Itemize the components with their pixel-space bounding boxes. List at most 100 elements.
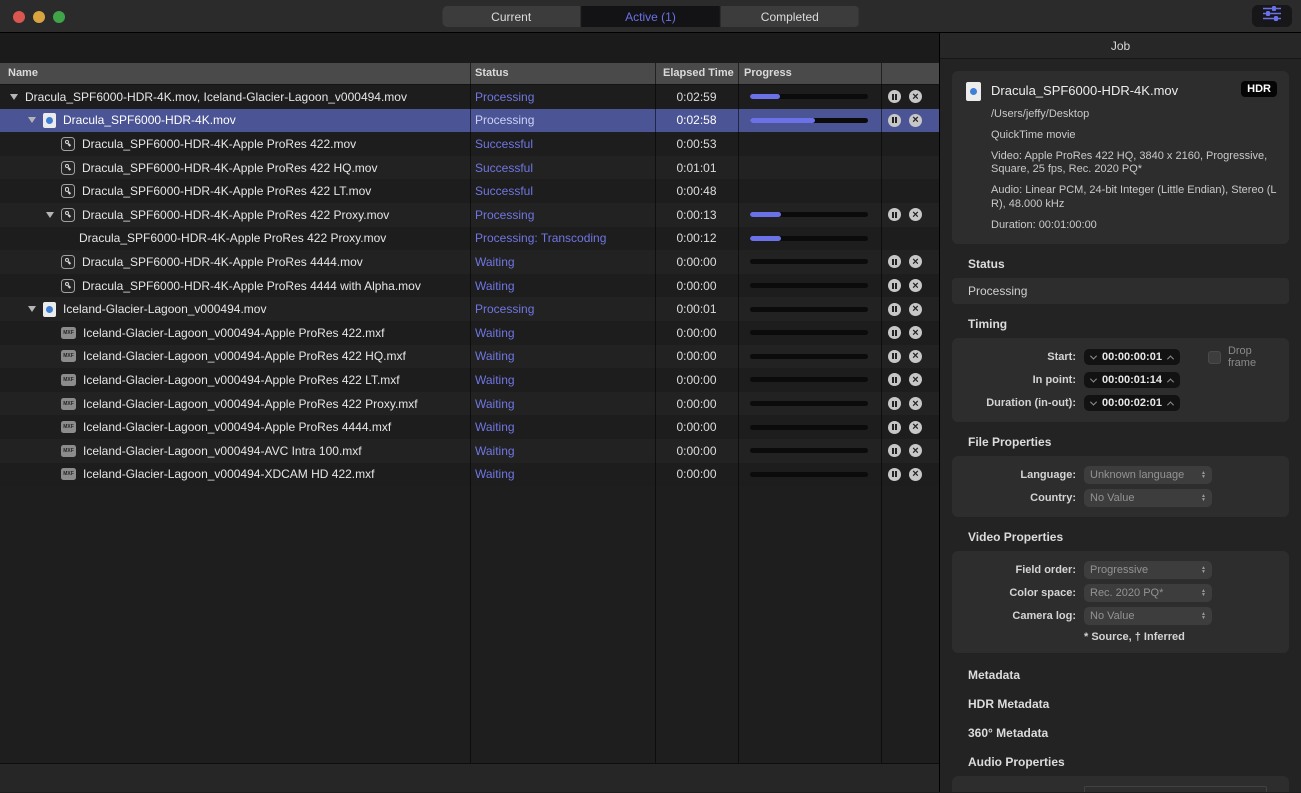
zoom-window-button[interactable] <box>53 11 65 23</box>
pause-icon[interactable] <box>888 113 901 127</box>
pause-icon[interactable] <box>888 349 901 363</box>
minimize-window-button[interactable] <box>33 11 45 23</box>
cancel-icon[interactable] <box>909 302 922 316</box>
close-window-button[interactable] <box>13 11 25 23</box>
disclosure-triangle-icon <box>44 283 56 289</box>
cancel-icon[interactable] <box>909 208 922 222</box>
start-timecode-stepper[interactable]: 00:00:00:01 <box>1084 349 1180 366</box>
tab-current[interactable]: Current <box>442 6 581 27</box>
language-dropdown[interactable]: Unknown language ▲ ▼ <box>1084 466 1212 485</box>
column-header-status[interactable]: Status <box>475 67 509 79</box>
row-indent <box>0 238 62 239</box>
elapsed-time: 0:00:00 <box>676 467 717 482</box>
hdr-badge: HDR <box>1241 81 1277 97</box>
pause-icon[interactable] <box>888 302 901 316</box>
color-space-dropdown[interactable]: Rec. 2020 PQ* ▲ ▼ <box>1084 584 1212 603</box>
disclosure-triangle-icon[interactable] <box>8 94 20 100</box>
chevron-up-icon[interactable] <box>1166 401 1174 409</box>
traffic-lights <box>13 11 65 23</box>
cancel-icon[interactable] <box>909 373 922 387</box>
camera-log-dropdown[interactable]: No Value ▲ ▼ <box>1084 607 1212 626</box>
source-inferred-footnote: * Source, † Inferred <box>1084 631 1185 644</box>
tab-completed[interactable]: Completed <box>719 6 859 27</box>
column-divider[interactable] <box>738 63 739 763</box>
pause-icon[interactable] <box>888 373 901 387</box>
status-text: Waiting <box>475 254 515 269</box>
in-point-timecode-value[interactable]: 00:00:01:14 <box>1102 374 1162 386</box>
pause-icon[interactable] <box>888 397 901 411</box>
cancel-icon[interactable] <box>909 90 922 104</box>
pause-icon[interactable] <box>888 279 901 293</box>
chevron-up-icon[interactable] <box>1166 355 1174 363</box>
setting-file-icon <box>61 278 75 293</box>
file-name: Dracula_SPF6000-HDR-4K-Apple ProRes 4444… <box>82 254 363 269</box>
cancel-icon[interactable] <box>909 349 922 363</box>
elapsed-time: 0:00:00 <box>676 278 717 293</box>
setting-file-icon <box>61 184 75 199</box>
pause-icon[interactable] <box>888 255 901 269</box>
batch-view-tabs: Current Active (1) Completed <box>442 6 859 27</box>
pause-icon[interactable] <box>888 90 901 104</box>
source-file-card: Dracula_SPF6000-HDR-4K.mov HDR /Users/je… <box>952 71 1289 245</box>
cancel-icon[interactable] <box>909 444 922 458</box>
cancel-icon[interactable] <box>909 326 922 340</box>
column-header-elapsed-time[interactable]: Elapsed Time <box>663 67 734 79</box>
disclosure-triangle-icon[interactable] <box>44 212 56 218</box>
pause-icon[interactable] <box>888 444 901 458</box>
language-value: Unknown language <box>1090 469 1185 482</box>
pause-icon[interactable] <box>888 326 901 340</box>
chevron-down-icon[interactable] <box>1089 352 1098 360</box>
cancel-icon[interactable] <box>909 113 922 127</box>
pause-icon[interactable] <box>888 467 901 481</box>
column-divider[interactable] <box>881 63 882 763</box>
column-header-name[interactable]: Name <box>8 67 38 79</box>
start-timecode-value[interactable]: 00:00:00:01 <box>1102 351 1162 363</box>
row-indent <box>0 332 44 333</box>
cancel-icon[interactable] <box>909 420 922 434</box>
cancel-icon[interactable] <box>909 279 922 293</box>
disclosure-triangle-icon <box>44 330 56 336</box>
field-order-dropdown[interactable]: Progressive ▲ ▼ <box>1084 561 1212 580</box>
disclosure-triangle-icon <box>44 188 56 194</box>
name-cell: MXF Iceland-Glacier-Lagoon_v000494-Apple … <box>0 345 470 369</box>
inspector-title: Job <box>940 33 1301 59</box>
pause-icon[interactable] <box>888 208 901 222</box>
column-divider[interactable] <box>470 63 471 763</box>
name-cell: Dracula_SPF6000-HDR-4K-Apple ProRes 422 … <box>0 227 470 251</box>
cancel-icon[interactable] <box>909 467 922 481</box>
chevron-down-icon[interactable] <box>1089 375 1098 383</box>
setting-file-icon <box>61 207 75 222</box>
status-text: Processing: Transcoding <box>475 231 607 246</box>
in-point-timecode-stepper[interactable]: 00:00:01:14 <box>1084 372 1180 389</box>
section-header-video-properties: Video Properties <box>968 530 1064 545</box>
filter-settings-button[interactable] <box>1252 5 1292 27</box>
duration-timecode-value[interactable]: 00:00:02:01 <box>1102 397 1162 409</box>
elapsed-time: 0:00:00 <box>676 396 717 411</box>
pause-icon[interactable] <box>888 420 901 434</box>
compressor-window: Current Active (1) Completed Name Status… <box>0 0 1301 793</box>
drop-frame-checkbox[interactable] <box>1207 350 1221 364</box>
camera-log-value: No Value <box>1090 610 1135 623</box>
disclosure-triangle-icon[interactable] <box>26 117 38 123</box>
field-order-label: Field order: <box>1015 564 1076 577</box>
progress-cell <box>738 321 881 345</box>
mxf-file-icon: MXF <box>61 326 76 339</box>
progress-cell <box>738 463 881 487</box>
chevron-up-icon[interactable] <box>1166 378 1174 386</box>
chevron-down-icon[interactable] <box>1089 398 1098 406</box>
duration-timecode-stepper[interactable]: 00:00:02:01 <box>1084 395 1180 412</box>
status-text: Processing <box>475 302 535 317</box>
mxf-file-icon: MXF <box>61 373 76 386</box>
column-divider[interactable] <box>655 63 656 763</box>
country-dropdown[interactable]: No Value ▲ ▼ <box>1084 489 1212 508</box>
drop-frame-label: Drop frame <box>1227 345 1257 370</box>
source-file-path: /Users/jeffy/Desktop <box>991 108 1090 120</box>
field-order-value: Progressive <box>1090 564 1149 577</box>
updown-arrows-icon: ▲ ▼ <box>1201 565 1206 576</box>
source-audio-info: Audio: Linear PCM, 24-bit Integer (Littl… <box>991 184 1277 210</box>
disclosure-triangle-icon[interactable] <box>26 306 38 312</box>
cancel-icon[interactable] <box>909 397 922 411</box>
column-header-progress[interactable]: Progress <box>744 67 792 79</box>
cancel-icon[interactable] <box>909 255 922 269</box>
tab-active[interactable]: Active (1) <box>580 6 720 27</box>
